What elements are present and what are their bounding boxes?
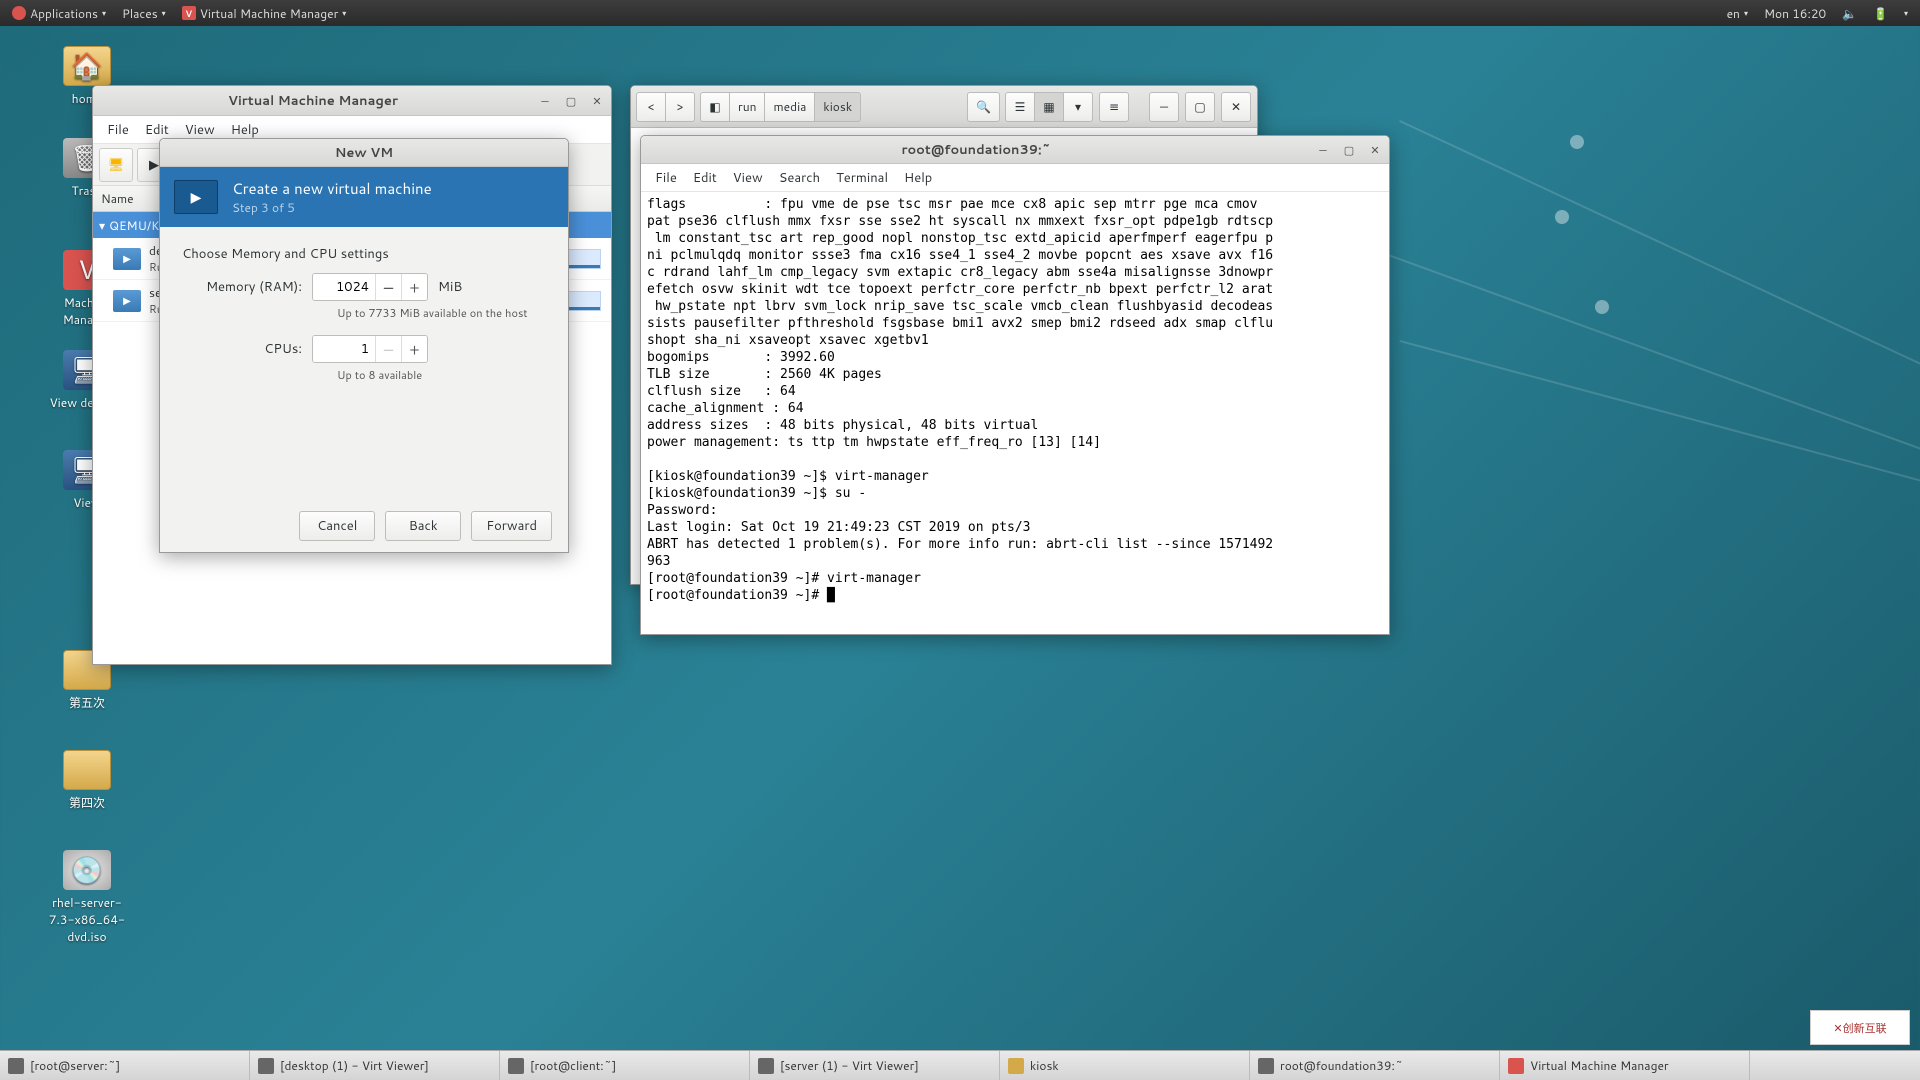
cpu-decrement[interactable]: − [375,336,401,362]
cpu-spinner[interactable]: − + [312,335,428,363]
taskbar-item[interactable]: kiosk [1000,1051,1250,1080]
maximize-button[interactable]: ▢ [559,89,583,113]
menu-help[interactable]: Help [223,121,267,139]
ram-decrement[interactable]: − [375,274,401,300]
minimize-button[interactable]: — [533,89,557,113]
minimize-button[interactable]: — [1149,92,1179,122]
vmm-icon [1508,1058,1524,1074]
dialog-title: New VM [160,144,568,162]
view-grid-button[interactable]: ▦ [1034,92,1064,122]
minimize-button[interactable]: — [1311,138,1335,162]
hamburger-menu[interactable]: ≡ [1099,92,1129,122]
menu-search[interactable]: Search [771,169,828,187]
wizard-step: Step 3 of 5 [232,199,432,216]
path-segment[interactable]: media [764,92,815,122]
maximize-button[interactable]: ▢ [1337,138,1361,162]
cpu-input[interactable] [313,336,375,362]
new-vm-dialog: New VM Create a new virtual machine Step… [159,138,569,553]
search-button[interactable]: 🔍 [967,92,1000,122]
keyboard-lang[interactable]: en▾ [1719,5,1756,22]
taskbar-item[interactable]: Virtual Machine Manager [1500,1051,1750,1080]
top-panel: Applications▾ Places▾ VVirtual Machine M… [0,0,1920,26]
cpu-hint: Up to 8 available [337,367,546,383]
taskbar-item[interactable]: [root@client:~] [500,1051,750,1080]
close-button[interactable]: ✕ [585,89,609,113]
viewer-icon [258,1058,274,1074]
cpu-increment[interactable]: + [401,336,427,362]
watermark: ✕ 创新互联 [1810,1010,1910,1045]
wizard-banner: Create a new virtual machine Step 3 of 5 [160,167,568,227]
menu-file[interactable]: File [647,169,685,187]
taskbar-item[interactable]: [root@server:~] [0,1051,250,1080]
menu-edit[interactable]: Edit [685,169,725,187]
window-title: root@foundation39:~ [641,141,1311,159]
close-button[interactable]: ✕ [1221,92,1251,122]
view-list-button[interactable]: ☰ [1005,92,1035,122]
cancel-button[interactable]: Cancel [299,511,375,541]
system-menu[interactable]: ▾ [1896,7,1916,19]
terminal-output[interactable]: flags : fpu vme de pse tsc msr pae mce c… [641,192,1389,608]
taskbar-item[interactable]: [server (1) - Virt Viewer] [750,1051,1000,1080]
ram-unit: MiB [438,278,462,296]
close-button[interactable]: ✕ [1363,138,1387,162]
bottom-taskbar: [root@server:~] [desktop (1) - Virt View… [0,1050,1920,1080]
menu-edit[interactable]: Edit [137,121,177,139]
section-label: Choose Memory and CPU settings [182,245,546,263]
menu-view[interactable]: View [177,121,223,139]
forward-button[interactable]: Forward [471,511,552,541]
ram-label: Memory (RAM): [182,278,302,296]
terminal-icon [8,1058,24,1074]
vm-state-icon: ▶ [113,248,141,270]
nav-forward-button[interactable]: > [665,92,695,122]
applications-menu[interactable]: Applications▾ [4,5,114,22]
ram-increment[interactable]: + [401,274,427,300]
folder-icon [1008,1058,1024,1074]
window-title: Virtual Machine Manager [93,92,533,110]
path-disk-icon[interactable]: ◧ [700,92,730,122]
desktop-folder-2[interactable]: 第四次 [42,750,132,811]
back-button[interactable]: Back [385,511,461,541]
maximize-button[interactable]: ▢ [1185,92,1215,122]
ram-hint: Up to 7733 MiB available on the host [337,305,546,321]
places-menu[interactable]: Places▾ [114,5,174,22]
menu-help[interactable]: Help [896,169,940,187]
terminal-icon [1258,1058,1274,1074]
vm-state-icon: ▶ [113,290,141,312]
ram-input[interactable] [313,274,375,300]
desktop-iso-file[interactable]: 💿rhel-server-7.3-x86_64-dvd.iso [42,850,132,945]
ram-spinner[interactable]: − + [312,273,428,301]
nav-back-button[interactable]: < [636,92,666,122]
path-segment[interactable]: run [729,92,765,122]
taskbar-item[interactable]: [desktop (1) - Virt Viewer] [250,1051,500,1080]
clock[interactable]: Mon 16:20 [1756,5,1834,22]
taskbar-item[interactable]: root@foundation39:~ [1250,1051,1500,1080]
terminal-icon [508,1058,524,1074]
terminal-window: root@foundation39:~ — ▢ ✕ File Edit View… [640,135,1390,635]
volume-icon[interactable]: 🔈 [1834,5,1865,22]
wizard-heading: Create a new virtual machine [232,178,432,199]
battery-icon[interactable]: 🔋 [1865,5,1896,22]
vm-wizard-icon [174,180,218,214]
path-segment-current[interactable]: kiosk [814,92,861,122]
cpu-label: CPUs: [182,340,302,358]
menubar: File Edit View Search Terminal Help [641,164,1389,192]
view-menu-button[interactable]: ▾ [1063,92,1093,122]
menu-terminal[interactable]: Terminal [828,169,896,187]
menu-file[interactable]: File [99,121,137,139]
new-vm-button[interactable]: 🖥 [99,148,133,182]
menu-view[interactable]: View [725,169,771,187]
expand-icon: ▾ [99,217,105,234]
active-app-menu[interactable]: VVirtual Machine Manager▾ [174,5,355,22]
viewer-icon [758,1058,774,1074]
